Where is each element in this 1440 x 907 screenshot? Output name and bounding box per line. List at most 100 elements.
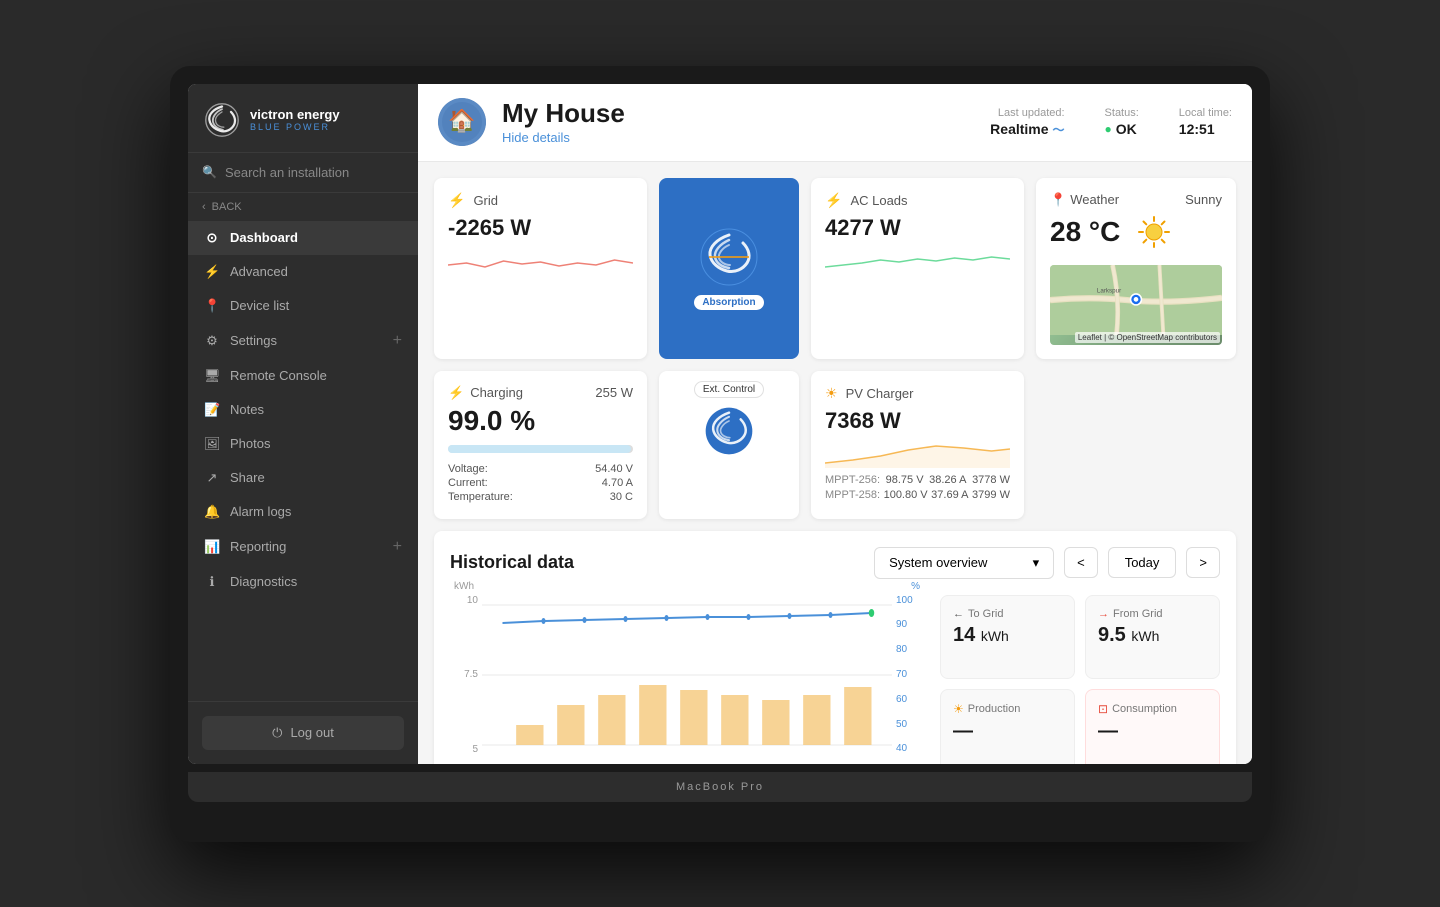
alarm-logs-icon: 🔔	[204, 504, 220, 520]
logout-icon: ⏻	[272, 725, 282, 741]
consumption-value: —	[1098, 720, 1207, 743]
map-display: Larkspur Leaflet | © OpenStreetMap contr…	[1050, 265, 1222, 345]
nav-items: ⊙ Dashboard ⚡ Advanced 📍 Device list ⚙ S…	[188, 217, 418, 701]
current-value: 4.70 A	[602, 477, 633, 489]
share-icon: ↗	[204, 470, 220, 486]
chevron-down-icon: ▾	[1033, 555, 1040, 571]
hide-details-link[interactable]: Hide details	[502, 130, 570, 145]
y2-axis-label: %	[911, 581, 920, 592]
sidebar-item-label: Share	[230, 470, 265, 485]
top-flow-row: ⚡ Grid -2265 W	[434, 178, 1236, 359]
charging-progress-bar	[448, 445, 633, 453]
historical-controls: System overview ▾ < Today >	[874, 547, 1220, 579]
from-grid-stat: → From Grid 9.5 kWh	[1085, 595, 1220, 679]
sidebar-item-label: Advanced	[230, 264, 288, 279]
today-button[interactable]: Today	[1108, 547, 1177, 578]
sidebar-item-label: Reporting	[230, 539, 286, 554]
status-group: Status: ● OK	[1105, 107, 1139, 137]
logout-button[interactable]: ⏻ Log out	[202, 716, 404, 750]
status-ok-indicator: ●	[1105, 122, 1112, 136]
weather-location: 📍 Weather	[1050, 192, 1119, 208]
sidebar-item-device-list[interactable]: 📍 Device list	[188, 289, 418, 323]
from-grid-unit: kWh	[1131, 628, 1159, 644]
sidebar-item-alarm-logs[interactable]: 🔔 Alarm logs	[188, 495, 418, 529]
sidebar-item-label: Device list	[230, 298, 289, 313]
grid-mini-chart	[448, 245, 633, 275]
to-grid-unit: kWh	[981, 628, 1009, 644]
charging-panel: ⚡ Charging 255 W 99.0 % Voltage:	[434, 371, 647, 519]
house-info: My House Hide details	[502, 98, 974, 147]
sidebar-item-label: Notes	[230, 402, 264, 417]
grid-icon: ⚡	[448, 192, 465, 209]
remote-console-icon: 🖥	[204, 368, 220, 384]
sidebar-item-remote-console[interactable]: 🖥 Remote Console	[188, 359, 418, 393]
sidebar-item-reporting[interactable]: 📊 Reporting +	[188, 529, 418, 565]
temperature-row: Temperature: 30 C	[448, 491, 633, 503]
chart-wrapper: 10 7.5 5 kWh	[450, 595, 924, 764]
current-row: Current: 4.70 A	[448, 477, 633, 489]
pv-charger-icon: ☀	[825, 385, 838, 402]
consumption-icon: ⊡	[1098, 702, 1108, 716]
diagnostics-icon: ℹ	[204, 574, 220, 590]
svg-text:🏠: 🏠	[448, 108, 475, 133]
y2-40: 40	[896, 743, 924, 754]
charging-percent: 99.0 %	[448, 405, 633, 437]
y2-70: 70	[896, 669, 924, 680]
y-axis-right: 100 90 80 70 60 50 40	[896, 595, 924, 755]
sidebar-footer: ⏻ Log out	[188, 701, 418, 764]
logout-label: Log out	[290, 725, 333, 740]
logo-sub: BLUE POWER	[250, 122, 340, 132]
system-overview-dropdown[interactable]: System overview ▾	[874, 547, 1054, 579]
sidebar-item-diagnostics[interactable]: ℹ Diagnostics	[188, 565, 418, 599]
grid-panel-header: ⚡ Grid	[448, 192, 633, 209]
converter-logo	[699, 227, 759, 287]
main-content: 🏠 My House Hide details Last updated: Re…	[418, 84, 1252, 764]
mppt2-w: 3799 W	[972, 489, 1010, 501]
reporting-icon: 📊	[204, 539, 220, 555]
to-grid-stat: ← To Grid 14 kWh	[940, 595, 1075, 679]
sidebar-item-notes[interactable]: 📝 Notes	[188, 393, 418, 427]
chevron-left-icon: <	[1077, 555, 1085, 570]
y2-80: 80	[896, 644, 924, 655]
historical-body: 10 7.5 5 kWh	[450, 595, 1220, 764]
settings-icon: ⚙	[204, 333, 220, 349]
pv-charger-panel: ☀ PV Charger 7368 W MPPT-25	[811, 371, 1024, 519]
sidebar-item-dashboard[interactable]: ⊙ Dashboard	[188, 221, 418, 255]
prev-period-button[interactable]: <	[1064, 547, 1098, 578]
to-grid-arrow-icon: ←	[953, 608, 964, 620]
local-time-value: 12:51	[1179, 121, 1232, 137]
map-credit: Leaflet | © OpenStreetMap contributors	[1075, 332, 1220, 343]
local-time-group: Local time: 12:51	[1179, 107, 1232, 137]
sun-icon	[1136, 214, 1172, 257]
charging-header: ⚡ Charging 255 W	[448, 385, 633, 401]
production-label: ☀ Production	[953, 702, 1062, 716]
back-arrow-icon: ‹	[202, 201, 206, 213]
charging-progress-fill	[448, 445, 631, 453]
location-pin-icon: 📍	[1050, 192, 1066, 208]
sidebar-item-advanced[interactable]: ⚡ Advanced	[188, 255, 418, 289]
pv-charger-value: 7368 W	[825, 408, 1010, 434]
sidebar-item-settings[interactable]: ⚙ Settings +	[188, 323, 418, 359]
sidebar-item-photos[interactable]: 🖼 Photos	[188, 427, 418, 461]
bottom-spacer	[1036, 371, 1236, 519]
dropdown-value: System overview	[889, 555, 987, 570]
chevron-right-icon: >	[1199, 555, 1207, 570]
next-period-button[interactable]: >	[1186, 547, 1220, 578]
sidebar-item-share[interactable]: ↗ Share	[188, 461, 418, 495]
y2-90: 90	[896, 619, 924, 630]
sidebar-search[interactable]: 🔍 Search an installation	[188, 153, 418, 193]
sidebar-item-label: Remote Console	[230, 368, 327, 383]
back-button[interactable]: ‹ BACK	[188, 193, 418, 217]
weather-card: 📍 Weather Sunny 28 °C	[1036, 178, 1236, 359]
chart-area: 10 7.5 5 kWh	[450, 595, 924, 764]
settings-plus-icon: +	[393, 332, 402, 350]
weather-condition: Sunny	[1185, 192, 1222, 207]
y-axis-label: kWh	[454, 581, 474, 592]
absorption-badge: Absorption	[694, 295, 763, 310]
main-header: 🏠 My House Hide details Last updated: Re…	[418, 84, 1252, 162]
charging-title: ⚡ Charging	[448, 385, 523, 401]
svg-text:Larkspur: Larkspur	[1097, 287, 1121, 294]
last-updated-label: Last updated:	[990, 107, 1064, 119]
mppt2-row: MPPT-258: 100.80 V 37.69 A 3799 W	[825, 489, 1010, 501]
voltage-row: Voltage: 54.40 V	[448, 463, 633, 475]
